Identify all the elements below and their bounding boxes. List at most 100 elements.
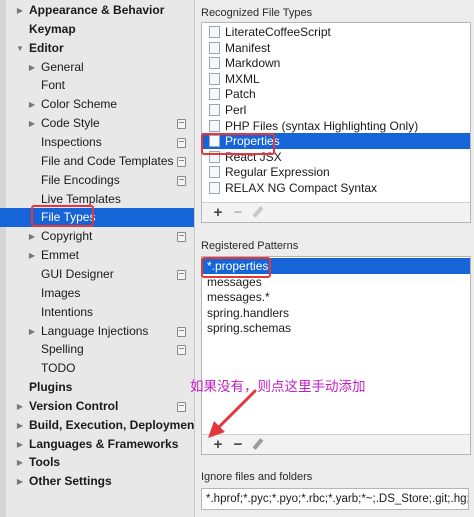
file-type-row[interactable]: Manifest [202, 40, 470, 56]
pattern-row[interactable]: spring.schemas [202, 320, 470, 336]
sidebar-item-label: Copyright [41, 229, 93, 244]
pattern-row[interactable]: spring.handlers [202, 305, 470, 321]
project-settings-icon [177, 345, 186, 356]
project-settings-icon [177, 401, 186, 412]
file-type-row[interactable]: Patch [202, 86, 470, 102]
sidebar-item-appearance-behavior[interactable]: ▶ Appearance & Behavior [0, 1, 194, 20]
file-type-name: Manifest [225, 40, 271, 55]
perl-file-icon [209, 104, 220, 116]
sidebar-item-label: File Encodings [41, 172, 120, 187]
sidebar-item-label: Color Scheme [41, 97, 118, 112]
annotation-text: 如果没有，则点这里手动添加 [190, 379, 366, 394]
sidebar-item-label: TODO [41, 361, 76, 376]
sidebar-item-copyright[interactable]: ▶ Copyright [0, 227, 194, 246]
sidebar-item-file-types[interactable]: File Types [0, 208, 194, 228]
collapse-arrow-icon[interactable]: ▶ [15, 397, 25, 416]
sidebar-item-label: Intentions [41, 304, 94, 319]
collapse-arrow-icon[interactable]: ▶ [27, 114, 37, 133]
recognized-file-types-label: Recognized File Types [201, 7, 313, 19]
file-type-row[interactable]: Regular Expression [202, 164, 470, 180]
sidebar-item-file-encodings[interactable]: File Encodings [0, 171, 194, 190]
sidebar-item-code-style[interactable]: ▶ Code Style [0, 114, 194, 133]
file-type-row[interactable]: LiterateCoffeeScript [202, 24, 470, 40]
sidebar-item-build-execution-deployment[interactable]: ▶ Build, Execution, Deployment [0, 416, 194, 435]
regexp-file-icon [209, 166, 220, 179]
sidebar-item-version-control[interactable]: ▶ Version Control [0, 397, 194, 416]
sidebar-item-label: Code Style [41, 116, 100, 131]
ignore-files-input[interactable]: *.hprof;*.pyc;*.pyo;*.rbc;*.yarb;*~;.DS_… [201, 488, 469, 510]
collapse-arrow-icon[interactable]: ▶ [27, 58, 37, 77]
sidebar-item-todo[interactable]: TODO [0, 359, 194, 378]
project-settings-icon [177, 138, 186, 148]
manifest-file-icon [209, 41, 220, 54]
pattern-name: spring.schemas [207, 321, 292, 336]
properties-highlight-box [201, 133, 275, 155]
add-file-type-button[interactable]: + [210, 204, 226, 221]
rnc-file-icon [209, 182, 220, 194]
sidebar-item-label: General [41, 59, 84, 74]
collapse-arrow-icon[interactable]: ▶ [15, 416, 25, 435]
sidebar-item-languages-frameworks[interactable]: ▶ Languages & Frameworks [0, 435, 194, 454]
sidebar-item-editor[interactable]: ▼ Editor [0, 39, 194, 58]
file-type-row[interactable]: Perl [202, 102, 470, 118]
collapse-arrow-icon[interactable]: ▶ [15, 435, 25, 454]
collapse-arrow-icon[interactable]: ▶ [27, 246, 37, 265]
sidebar-item-gui-designer[interactable]: GUI Designer [0, 265, 194, 284]
collapse-arrow-icon[interactable]: ▶ [27, 322, 37, 341]
sidebar-item-emmet[interactable]: ▶ Emmet [0, 246, 194, 265]
collapse-arrow-icon[interactable]: ▶ [27, 227, 37, 246]
sidebar-item-label: Build, Execution, Deployment [29, 417, 195, 432]
sidebar-item-label: Images [41, 285, 81, 300]
sidebar-item-label: File and Code Templates [41, 153, 174, 168]
sidebar-item-label: Plugins [29, 380, 73, 394]
file-type-name: PHP Files (syntax Highlighting Only) [225, 118, 419, 133]
sidebar-item-other-settings[interactable]: ▶ Other Settings [0, 472, 194, 491]
sidebar-item-general[interactable]: ▶ General [0, 58, 194, 77]
file-type-row[interactable]: Markdown [202, 55, 470, 71]
expand-arrow-icon[interactable]: ▼ [15, 39, 25, 58]
sidebar-item-label: Editor [29, 40, 64, 55]
pattern-name: messages.* [207, 290, 270, 305]
sidebar-item-images[interactable]: Images [0, 284, 194, 303]
sidebar-item-intentions[interactable]: Intentions [0, 303, 194, 322]
sidebar-item-label: Inspections [41, 135, 102, 149]
collapse-arrow-icon[interactable]: ▶ [15, 1, 25, 20]
file-type-name: MXML [225, 71, 260, 86]
sidebar-item-label: Other Settings [29, 474, 112, 489]
file-type-name: Regular Expression [225, 165, 330, 180]
collapse-arrow-icon[interactable]: ▶ [15, 453, 25, 472]
php-file-icon [209, 119, 220, 132]
sidebar-item-file-and-code-templates[interactable]: File and Code Templates [0, 152, 194, 171]
settings-tree: ▶ Appearance & Behavior Keymap ▼ Editor ▶ Gene… [0, 0, 195, 517]
mxml-file-icon [209, 72, 220, 85]
registered-patterns-label: Registered Patterns [201, 240, 299, 252]
file-type-name: RELAX NG Compact Syntax [225, 181, 378, 195]
file-type-row[interactable]: MXML [202, 71, 470, 87]
sidebar-item-spelling[interactable]: Spelling [0, 340, 194, 359]
file-type-row[interactable]: PHP Files (syntax Highlighting Only) [202, 118, 470, 134]
sidebar-item-font[interactable]: Font [0, 76, 194, 95]
project-settings-icon [177, 326, 186, 337]
sidebar-item-plugins[interactable]: Plugins [0, 378, 194, 397]
sidebar-item-live-templates[interactable]: Live Templates [0, 190, 194, 209]
sidebar-item-keymap[interactable]: Keymap [0, 20, 194, 39]
recognized-file-types-list[interactable]: LiterateCoffeeScript Manifest Markdown MXML… [201, 22, 471, 223]
collapse-arrow-icon[interactable]: ▶ [27, 95, 37, 114]
collapse-arrow-icon[interactable]: ▶ [15, 472, 25, 491]
sidebar-item-label: Appearance & Behavior [29, 3, 165, 17]
sidebar-item-label: Spelling [41, 342, 84, 357]
project-settings-icon [177, 156, 186, 167]
sidebar-item-language-injections[interactable]: ▶ Language Injections [0, 322, 194, 341]
file-type-row[interactable]: RELAX NG Compact Syntax [202, 180, 470, 196]
file-type-name: LiterateCoffeeScript [225, 25, 331, 39]
patch-file-icon [209, 88, 220, 101]
sidebar-item-color-scheme[interactable]: ▶ Color Scheme [0, 95, 194, 114]
project-settings-icon [177, 269, 186, 280]
sidebar-item-tools[interactable]: ▶ Tools [0, 453, 194, 472]
file-type-name: Markdown [225, 56, 281, 71]
sidebar-item-label: Keymap [29, 21, 76, 36]
pattern-row[interactable]: messages.* [202, 289, 470, 305]
remove-file-type-button[interactable]: − [230, 204, 246, 221]
edit-file-type-icon[interactable] [252, 206, 264, 218]
sidebar-item-inspections[interactable]: Inspections [0, 133, 194, 152]
